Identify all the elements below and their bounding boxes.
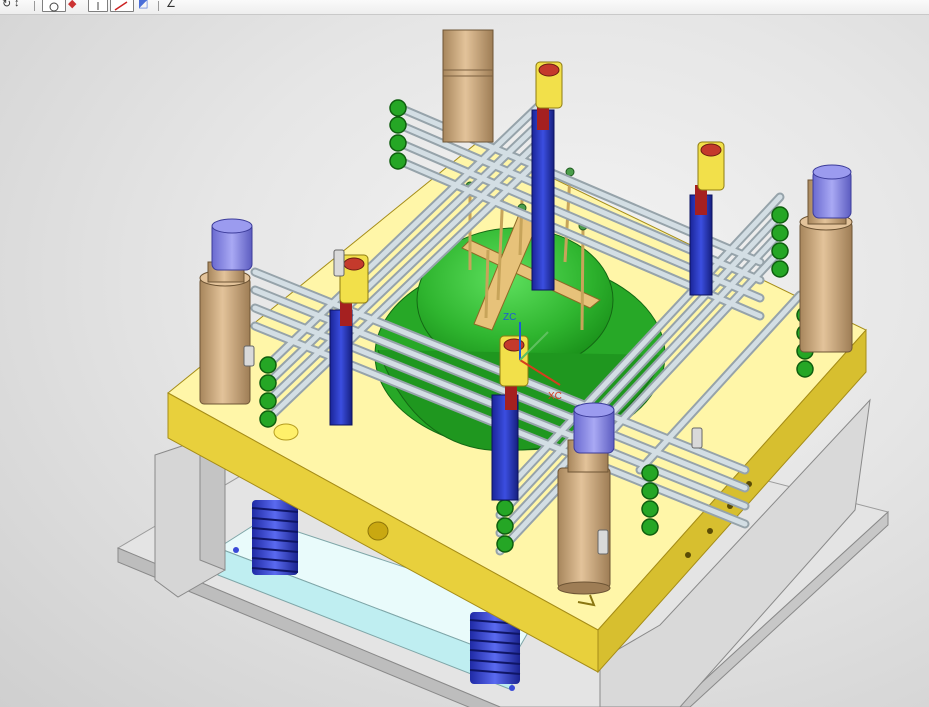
toolbar-separator bbox=[34, 1, 35, 11]
mold-assembly-render: ZC XC bbox=[116, 29, 890, 707]
xc-label: XC bbox=[548, 391, 562, 402]
view-toolbar: ↻ ↕ ◆ ◩ ∠ bbox=[0, 0, 929, 15]
guide-pillar-left bbox=[199, 218, 253, 405]
return-spring-left bbox=[251, 500, 299, 575]
view-style-icon[interactable]: ◩ bbox=[138, 0, 148, 10]
measure-angle-icon[interactable]: ∠ bbox=[166, 0, 176, 10]
guide-pillar-back bbox=[442, 29, 494, 143]
plate-hole bbox=[273, 423, 299, 441]
point-on-curve-button[interactable] bbox=[88, 0, 108, 12]
point-on-curve-icon bbox=[97, 2, 99, 10]
snap-point-icon[interactable]: ◆ bbox=[68, 0, 76, 10]
shaded-view-button[interactable] bbox=[110, 0, 134, 12]
view-triad-icon bbox=[49, 2, 59, 12]
plate-hole bbox=[685, 552, 691, 558]
plate-bolt-marker bbox=[509, 685, 515, 691]
orient-view-icon[interactable]: ↕ bbox=[14, 0, 20, 9]
rotate-view-icon[interactable]: ↻ bbox=[2, 0, 11, 10]
plate-hole bbox=[707, 528, 713, 534]
guide-pillar-right bbox=[799, 164, 853, 353]
view-triad-button[interactable] bbox=[42, 0, 66, 12]
plate-bolt-marker bbox=[233, 547, 239, 553]
graphics-viewport[interactable]: ZC XC bbox=[0, 15, 929, 707]
plate-hole bbox=[367, 521, 389, 541]
toolbar-separator bbox=[158, 1, 159, 11]
shaded-view-icon bbox=[114, 1, 128, 11]
zc-label: ZC bbox=[503, 312, 516, 323]
